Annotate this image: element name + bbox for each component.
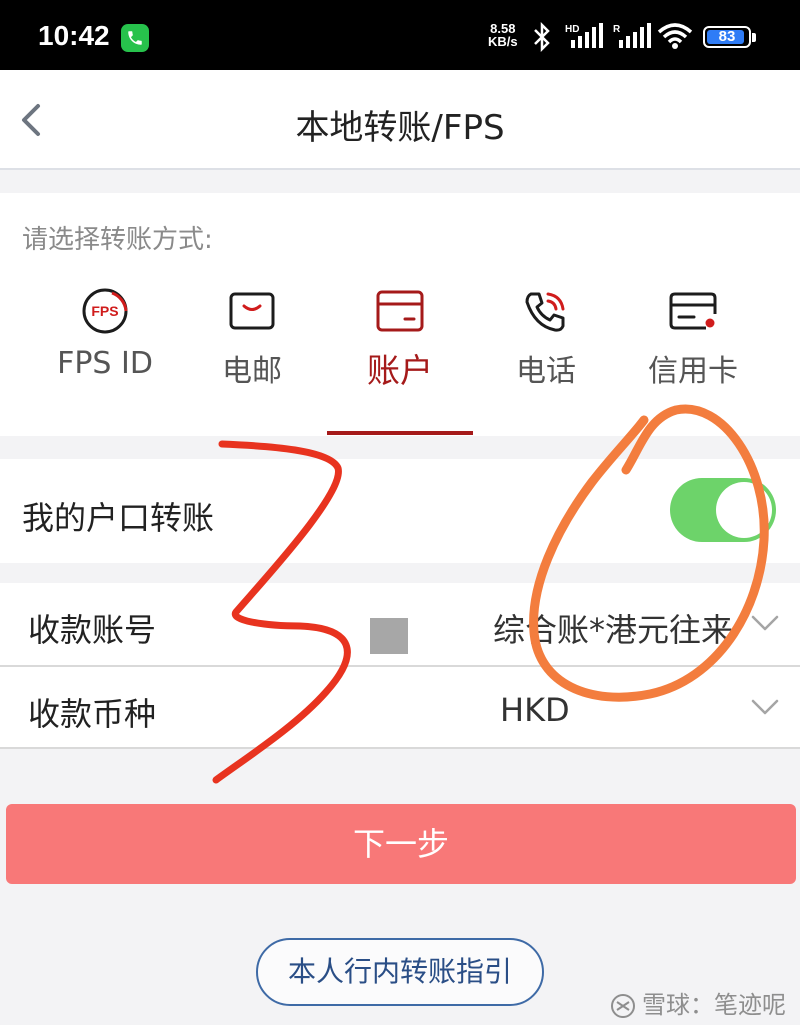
transfer-guide-button[interactable]: 本人行内转账指引: [256, 938, 544, 1006]
page-title: 本地转账/FPS: [295, 108, 505, 148]
toggle-knob: [716, 482, 772, 538]
bank-card-icon: [376, 290, 424, 332]
transfer-method-prompt: 请选择转账方式:: [22, 225, 213, 255]
battery-icon: 83: [703, 26, 751, 48]
tab-label: 信用卡: [648, 354, 738, 389]
battery-level: 83: [718, 28, 736, 45]
next-step-button[interactable]: 下一步: [6, 804, 796, 884]
fps-icon: FPS: [82, 288, 128, 334]
svg-text:R: R: [613, 24, 621, 35]
active-tab-indicator: [327, 431, 473, 435]
gray-placeholder-square: [370, 618, 408, 654]
snowball-logo-icon: [611, 994, 635, 1018]
watermark: 雪球：笔迹呢: [610, 985, 786, 1020]
watermark-text: 雪球：笔迹呢: [642, 991, 786, 1019]
own-account-transfer-toggle[interactable]: [670, 478, 776, 542]
tab-fps-id[interactable]: FPS FPS ID: [32, 278, 178, 436]
tab-label: 账户: [367, 351, 433, 390]
bluetooth-icon: [534, 22, 550, 52]
signal-roaming-icon: R: [613, 23, 651, 48]
email-icon: [229, 292, 275, 330]
status-time: 10:42: [38, 20, 110, 51]
receiving-account-value: 综合账*港元往来: [493, 611, 734, 649]
credit-card-icon: [669, 292, 717, 330]
battery-tip: [752, 33, 756, 42]
svg-text:FPS: FPS: [91, 303, 118, 319]
receiving-currency-row[interactable]: 收款币种 HKD: [0, 667, 800, 747]
phone-call-icon: [121, 24, 149, 52]
tab-email[interactable]: 电邮: [179, 278, 325, 436]
signal-hd-icon: HD: [565, 23, 603, 48]
receiving-currency-value: HKD: [500, 691, 570, 729]
transfer-method-panel: 请选择转账方式: FPS FPS ID 电邮 账户 电话 信用卡: [0, 193, 800, 436]
receiving-account-label: 收款账号: [28, 611, 157, 649]
tab-phone[interactable]: 电话: [473, 278, 619, 436]
status-bar: 10:42 8.58 KB/s HD R 83: [0, 0, 800, 70]
tab-account[interactable]: 账户: [327, 278, 473, 436]
net-speed: 8.58 KB/s: [488, 21, 518, 49]
wifi-icon: [657, 23, 693, 49]
chevron-down-icon: [751, 615, 779, 631]
own-account-transfer-label: 我的户口转账: [22, 499, 215, 537]
tab-label: 电话: [516, 354, 576, 389]
chevron-down-icon: [751, 699, 779, 715]
tab-credit-card[interactable]: 信用卡: [620, 278, 766, 436]
divider: [0, 747, 800, 749]
tab-label: 电邮: [222, 354, 282, 389]
nav-bar: 本地转账/FPS: [0, 70, 800, 170]
svg-text:HD: HD: [565, 24, 579, 35]
receiving-currency-label: 收款币种: [28, 695, 157, 733]
phone-icon: [525, 292, 565, 332]
tab-label: FPS ID: [57, 346, 153, 381]
